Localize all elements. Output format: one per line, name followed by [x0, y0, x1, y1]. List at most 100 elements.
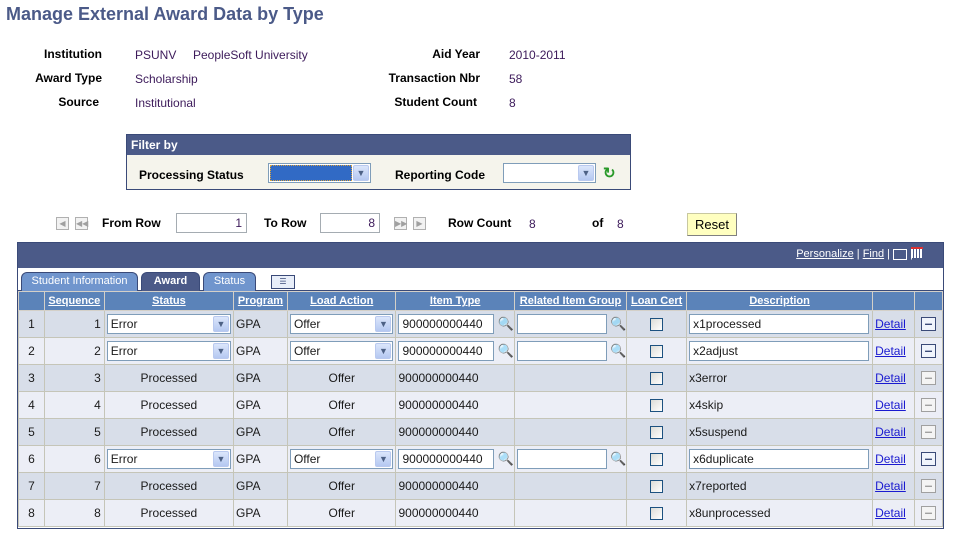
reset-button[interactable]: Reset [687, 213, 737, 236]
from-row-input[interactable]: 1 [176, 213, 247, 233]
lookup-icon[interactable]: 🔍 [610, 451, 626, 467]
find-link[interactable]: Find [863, 248, 884, 260]
detail-cell: Detail [872, 391, 916, 419]
status-select[interactable]: Error ▼ [106, 314, 231, 334]
view-all-icon[interactable] [893, 248, 908, 260]
loan-cert-checkbox[interactable] [650, 399, 664, 413]
detail-link[interactable]: Detail [875, 506, 906, 520]
program-cell: GPA [233, 472, 288, 500]
related-item-group-cell [513, 364, 628, 392]
delete-row-icon[interactable]: – [921, 343, 937, 358]
lookup-icon[interactable]: 🔍 [498, 451, 514, 467]
detail-link[interactable]: Detail [875, 344, 906, 358]
related-item-group-cell [513, 472, 628, 500]
description-cell: x4skip [686, 391, 874, 419]
download-grid-icon[interactable] [911, 247, 923, 258]
col-header-description[interactable]: Description [686, 291, 874, 311]
detail-link[interactable]: Detail [875, 452, 906, 466]
load-action-select[interactable]: Offer ▼ [289, 341, 394, 361]
refresh-icon[interactable]: ↻ [603, 164, 616, 182]
chevron-down-icon[interactable]: ▼ [375, 451, 392, 467]
description-input[interactable]: x2adjust [689, 341, 870, 361]
delete-row-icon[interactable]: – [921, 316, 937, 331]
loan-cert-checkbox[interactable] [650, 318, 664, 332]
status-cell: Error ▼ [103, 337, 235, 365]
to-row-input[interactable]: 8 [320, 213, 380, 233]
lookup-icon[interactable]: 🔍 [498, 343, 514, 359]
chevron-down-icon[interactable]: ▼ [213, 451, 229, 467]
delete-cell: – [914, 445, 943, 473]
detail-link[interactable]: Detail [875, 371, 906, 385]
loan-cert-cell [626, 310, 688, 338]
related-item-group-cell: 🔍 [513, 445, 628, 473]
transaction-nbr-label: Transaction Nbr [388, 71, 480, 85]
status-select[interactable]: Error ▼ [106, 341, 231, 361]
program-cell: GPA [233, 499, 288, 527]
loan-cert-checkbox[interactable] [650, 372, 664, 386]
status-select[interactable]: Error ▼ [106, 449, 231, 469]
related-item-group-input[interactable] [516, 314, 607, 334]
lookup-icon[interactable]: 🔍 [610, 343, 626, 359]
chevron-down-icon[interactable]: ▼ [375, 316, 392, 332]
tab-award[interactable]: Award [141, 272, 200, 291]
status-cell: Processed [103, 391, 235, 419]
description-input[interactable]: x1processed [689, 314, 870, 334]
delete-row-icon[interactable]: – [921, 397, 937, 412]
related-item-group-input[interactable] [516, 341, 607, 361]
next-page-icon[interactable]: ▶▶ [394, 217, 407, 230]
lookup-icon[interactable]: 🔍 [610, 316, 626, 332]
previous-page-icon[interactable]: ◀◀ [75, 217, 88, 230]
first-page-icon[interactable]: ◀ [56, 217, 69, 230]
col-header-load-action[interactable]: Load Action [286, 291, 397, 311]
last-page-icon[interactable]: ▶ [413, 217, 426, 230]
processing-status-select[interactable]: ▼ [268, 163, 371, 183]
delete-row-icon[interactable]: – [921, 370, 937, 385]
tab-status[interactable]: Status [203, 272, 256, 291]
reporting-code-select[interactable]: ▼ [503, 163, 596, 183]
from-row-label: From Row [102, 216, 161, 230]
item-type-input[interactable]: 900000000440 [398, 449, 495, 469]
col-header-related-item-group[interactable]: Related Item Group [513, 291, 628, 311]
loan-cert-checkbox[interactable] [650, 480, 664, 494]
loan-cert-checkbox[interactable] [650, 507, 664, 521]
sequence-cell: 4 [43, 391, 105, 419]
delete-row-icon[interactable]: – [921, 424, 937, 439]
delete-cell: – [914, 391, 943, 419]
load-action-select[interactable]: Offer ▼ [289, 449, 394, 469]
loan-cert-checkbox[interactable] [650, 345, 664, 359]
institution-code: PSUNV [135, 48, 177, 62]
loan-cert-checkbox[interactable] [650, 453, 664, 467]
loan-cert-checkbox[interactable] [650, 426, 664, 440]
show-all-columns-icon[interactable]: ☰ [271, 275, 295, 289]
chevron-down-icon[interactable]: ▼ [213, 316, 229, 332]
col-header-loan-cert[interactable]: Loan Cert [626, 291, 688, 311]
col-header-status[interactable]: Status [103, 291, 235, 311]
detail-link[interactable]: Detail [875, 479, 906, 493]
detail-link[interactable]: Detail [875, 398, 906, 412]
item-type-input[interactable]: 900000000440 [398, 341, 495, 361]
related-item-group-input[interactable] [516, 449, 607, 469]
detail-link[interactable]: Detail [875, 317, 906, 331]
chevron-down-icon[interactable]: ▼ [353, 165, 369, 181]
chevron-down-icon[interactable]: ▼ [213, 343, 229, 359]
chevron-down-icon[interactable]: ▼ [578, 165, 594, 181]
item-type-input[interactable]: 900000000440 [398, 314, 495, 334]
description-input[interactable]: x6duplicate [689, 449, 870, 469]
personalize-link[interactable]: Personalize [796, 248, 853, 260]
delete-row-icon[interactable]: – [921, 478, 937, 493]
related-item-group-cell: 🔍 [513, 310, 628, 338]
col-header-item-type[interactable]: Item Type [395, 291, 515, 311]
tab-student-information[interactable]: Student Information [21, 272, 138, 291]
delete-row-icon[interactable]: – [921, 505, 937, 520]
col-header-sequence[interactable]: Sequence [43, 291, 105, 311]
delete-cell: – [914, 418, 943, 446]
delete-row-icon[interactable]: – [921, 451, 937, 466]
lookup-icon[interactable]: 🔍 [498, 316, 514, 332]
status-cell: Processed [103, 364, 235, 392]
status-cell: Processed [103, 499, 235, 527]
detail-link[interactable]: Detail [875, 425, 906, 439]
loan-cert-cell [626, 418, 688, 446]
load-action-select[interactable]: Offer ▼ [289, 314, 394, 334]
chevron-down-icon[interactable]: ▼ [375, 343, 392, 359]
col-header-program[interactable]: Program [233, 291, 288, 311]
